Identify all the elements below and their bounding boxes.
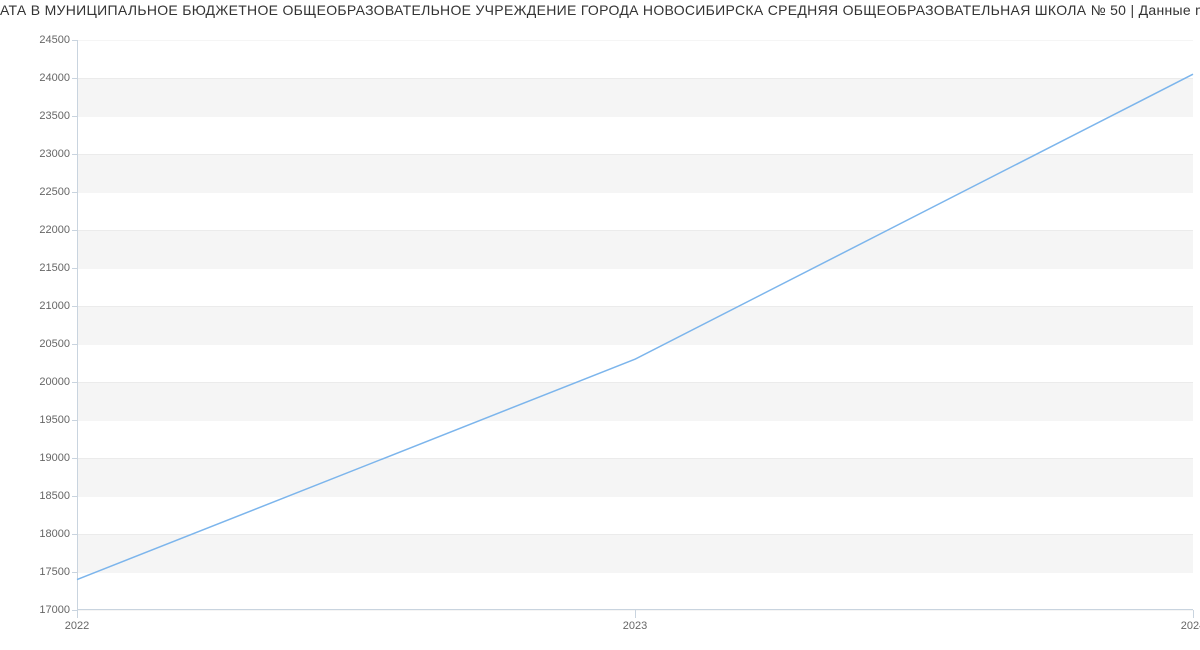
y-tick-mark [72, 78, 77, 79]
line-series [77, 40, 1193, 610]
y-tick-mark [72, 192, 77, 193]
y-tick-label: 21000 [39, 300, 70, 312]
y-tick-label: 22000 [39, 224, 70, 236]
x-tick-label: 2022 [65, 620, 89, 632]
y-tick-label: 20000 [39, 376, 70, 388]
y-tick-label: 17000 [39, 604, 70, 616]
y-tick-label: 20500 [39, 338, 70, 350]
y-tick-mark [72, 572, 77, 573]
y-tick-mark [72, 116, 77, 117]
y-tick-mark [72, 306, 77, 307]
y-tick-label: 24000 [39, 72, 70, 84]
y-tick-mark [72, 496, 77, 497]
plot-area [77, 40, 1193, 610]
x-tick-label: 2023 [623, 620, 647, 632]
y-tick-mark [72, 230, 77, 231]
y-tick-mark [72, 268, 77, 269]
y-tick-label: 24500 [39, 34, 70, 46]
chart-title: АТА В МУНИЦИПАЛЬНОЕ БЮДЖЕТНОЕ ОБЩЕОБРАЗО… [0, 2, 1200, 18]
x-tick-mark [635, 610, 636, 618]
y-tick-label: 21500 [39, 262, 70, 274]
y-tick-label: 22500 [39, 186, 70, 198]
y-tick-mark [72, 344, 77, 345]
y-tick-mark [72, 382, 77, 383]
y-tick-label: 23500 [39, 110, 70, 122]
x-tick-mark [1193, 610, 1194, 618]
y-tick-label: 18000 [39, 528, 70, 540]
y-tick-label: 23000 [39, 148, 70, 160]
y-tick-label: 18500 [39, 490, 70, 502]
y-tick-label: 19500 [39, 414, 70, 426]
y-tick-label: 17500 [39, 566, 70, 578]
y-tick-mark [72, 154, 77, 155]
x-tick-label: 2024 [1181, 620, 1200, 632]
y-tick-mark [72, 458, 77, 459]
y-tick-mark [72, 534, 77, 535]
y-tick-mark [72, 40, 77, 41]
y-tick-mark [72, 420, 77, 421]
x-tick-mark [77, 610, 78, 618]
y-tick-label: 19000 [39, 452, 70, 464]
